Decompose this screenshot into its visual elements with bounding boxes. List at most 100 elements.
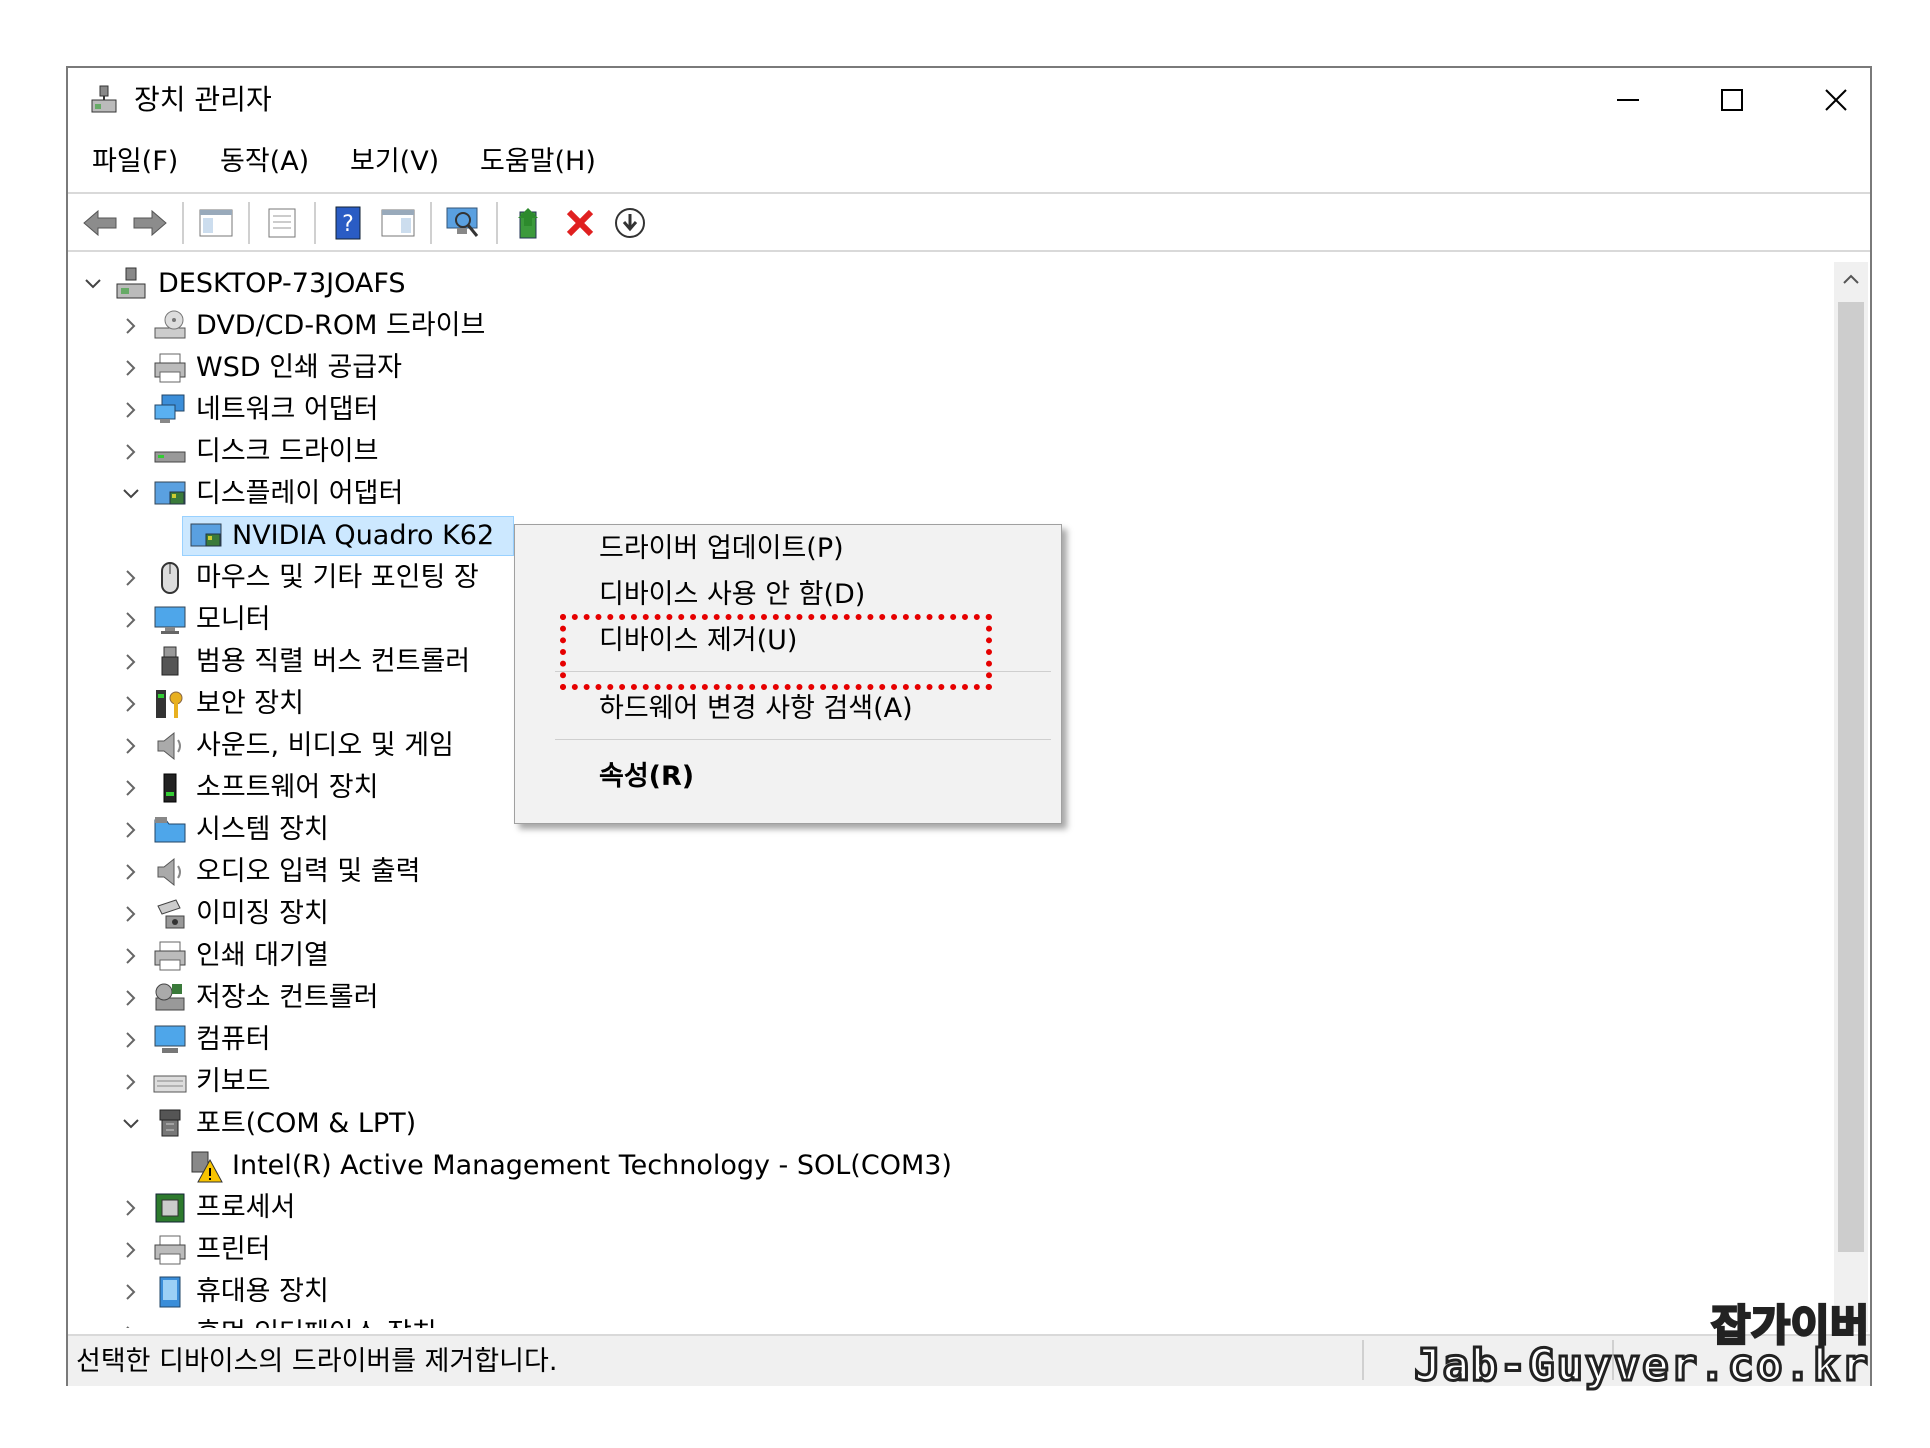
chevron-right-icon[interactable] xyxy=(116,684,146,724)
tree-category-item[interactable]: 이미징 장치 xyxy=(72,894,1772,934)
toolbar-separator xyxy=(314,202,316,244)
chevron-right-icon[interactable] xyxy=(116,768,146,808)
ctx-properties[interactable]: 속성(R) xyxy=(599,759,694,795)
forward-button[interactable] xyxy=(128,202,172,244)
chevron-right-icon[interactable] xyxy=(116,894,146,934)
tree-category-item[interactable]: 오디오 입력 및 출력 xyxy=(72,852,1772,892)
properties-button[interactable] xyxy=(260,202,304,244)
chevron-right-icon[interactable] xyxy=(116,978,146,1018)
menu-help[interactable]: 도움말(H) xyxy=(476,144,600,180)
menu-file[interactable]: 파일(F) xyxy=(88,144,182,180)
chevron-down-icon[interactable] xyxy=(116,1104,146,1144)
scroll-up-button[interactable] xyxy=(1834,262,1868,296)
chevron-right-icon[interactable] xyxy=(116,726,146,766)
computer-icon xyxy=(154,1025,186,1053)
device-manager-icon xyxy=(91,85,117,113)
tree-item-label: 사운드, 비디오 및 게임 xyxy=(196,730,454,761)
chevron-right-icon[interactable] xyxy=(116,432,146,472)
tree-category-item[interactable]: 디스크 드라이브 xyxy=(72,432,1772,472)
system-folder-icon xyxy=(154,817,186,843)
chevron-right-icon[interactable] xyxy=(116,390,146,430)
tree-category-item[interactable]: 인쇄 대기열 xyxy=(72,936,1772,976)
chevron-right-icon[interactable] xyxy=(116,600,146,640)
chevron-right-icon[interactable] xyxy=(116,558,146,598)
chevron-right-icon[interactable] xyxy=(116,1230,146,1270)
back-icon xyxy=(83,209,117,237)
warning-port-icon xyxy=(191,1151,223,1183)
close-button[interactable] xyxy=(1786,76,1886,124)
help-button[interactable]: ? xyxy=(326,202,370,244)
tree-category-item[interactable]: WSD 인쇄 공급자 xyxy=(72,348,1772,388)
chevron-right-icon[interactable] xyxy=(116,1062,146,1102)
tree-root-computer[interactable]: DESKTOP-73JOAFS xyxy=(72,264,1772,304)
chevron-right-icon[interactable] xyxy=(116,348,146,388)
display-adapter-icon xyxy=(190,523,222,547)
port-icon xyxy=(159,1109,181,1137)
tree-item-label: 휴먼 인터페이스 장치 xyxy=(196,1316,437,1328)
tree-category-item[interactable]: 컴퓨터 xyxy=(72,1020,1772,1060)
tree-category-item[interactable]: 디스플레이 어댑터 xyxy=(72,474,1772,514)
title-bar[interactable]: 장치 관리자 xyxy=(68,68,1870,134)
vertical-scrollbar[interactable] xyxy=(1834,262,1868,1332)
tree-item-label: 인쇄 대기열 xyxy=(196,940,329,971)
svg-text:?: ? xyxy=(342,212,354,237)
tree-category-item[interactable]: DVD/CD-ROM 드라이브 xyxy=(72,306,1772,346)
network-adapter-icon xyxy=(154,394,185,423)
tree-item-label: 저장소 컨트롤러 xyxy=(196,982,379,1013)
scan-hardware-icon xyxy=(446,207,479,237)
tree-category-item[interactable]: 네트워크 어댑터 xyxy=(72,390,1772,430)
chevron-right-icon[interactable] xyxy=(116,642,146,682)
chevron-right-icon[interactable] xyxy=(116,1020,146,1060)
tree-category-item[interactable]: 포트(COM & LPT) xyxy=(72,1104,1772,1144)
menu-view[interactable]: 보기(V) xyxy=(346,144,443,180)
scan-hardware-button[interactable] xyxy=(442,202,486,244)
tree-category-item[interactable]: 저장소 컨트롤러 xyxy=(72,978,1772,1018)
maximize-button[interactable] xyxy=(1682,76,1782,124)
menu-bar: 파일(F) 동작(A) 보기(V) 도움말(H) xyxy=(68,134,1870,192)
chevron-right-icon[interactable] xyxy=(116,1314,146,1328)
tree-item-label: 디스크 드라이브 xyxy=(196,436,379,467)
scrollbar-thumb[interactable] xyxy=(1838,302,1864,1252)
tree-category-item[interactable]: 프린터 xyxy=(72,1230,1772,1270)
dvd-drive-icon xyxy=(154,310,186,339)
mouse-icon xyxy=(161,562,179,594)
download-button[interactable] xyxy=(608,202,652,244)
software-device-icon xyxy=(163,773,177,803)
security-key-icon xyxy=(156,690,183,718)
ctx-scan-hardware[interactable]: 하드웨어 변경 사항 검색(A) xyxy=(599,691,913,727)
chevron-right-icon[interactable] xyxy=(116,936,146,976)
chevron-down-icon[interactable] xyxy=(116,474,146,514)
uninstall-button[interactable] xyxy=(558,202,602,244)
update-driver-button[interactable] xyxy=(508,202,552,244)
keyboard-icon xyxy=(153,1075,187,1093)
tree-item-label: 키보드 xyxy=(196,1066,271,1097)
console-tree-button[interactable] xyxy=(194,202,238,244)
tree-item-label: 범용 직렬 버스 컨트롤러 xyxy=(196,646,471,677)
chevron-down-icon[interactable] xyxy=(78,264,108,304)
highlight-annotation xyxy=(560,614,992,690)
tree-category-item[interactable]: 프로세서 xyxy=(72,1188,1772,1228)
chevron-right-icon[interactable] xyxy=(116,852,146,892)
chevron-right-icon[interactable] xyxy=(116,810,146,850)
tree-item-label: 프로세서 xyxy=(196,1192,296,1223)
ctx-update-driver[interactable]: 드라이버 업데이트(P) xyxy=(599,531,844,567)
toolbar-separator xyxy=(496,202,498,244)
chevron-right-icon[interactable] xyxy=(116,1272,146,1312)
processor-icon xyxy=(155,1193,185,1223)
tree-category-item[interactable]: 키보드 xyxy=(72,1062,1772,1102)
tree-item-label: 시스템 장치 xyxy=(196,814,329,845)
chevron-right-icon[interactable] xyxy=(116,306,146,346)
update-driver-icon xyxy=(518,208,538,239)
ctx-disable-device[interactable]: 디바이스 사용 안 함(D) xyxy=(599,577,865,613)
tree-device-item[interactable]: Intel(R) Active Management Technology - … xyxy=(72,1146,1772,1186)
status-text: 선택한 디바이스의 드라이버를 제거합니다. xyxy=(76,1346,558,1377)
monitor-icon xyxy=(154,606,186,634)
menu-action[interactable]: 동작(A) xyxy=(216,144,313,180)
tree-item-label: 휴대용 장치 xyxy=(196,1276,329,1307)
close-icon xyxy=(1825,89,1847,111)
action-pane-button[interactable] xyxy=(376,202,420,244)
chevron-right-icon[interactable] xyxy=(116,1188,146,1228)
minimize-button[interactable] xyxy=(1578,76,1678,124)
back-button[interactable] xyxy=(78,202,122,244)
tree-item-label: DESKTOP-73JOAFS xyxy=(158,268,406,299)
